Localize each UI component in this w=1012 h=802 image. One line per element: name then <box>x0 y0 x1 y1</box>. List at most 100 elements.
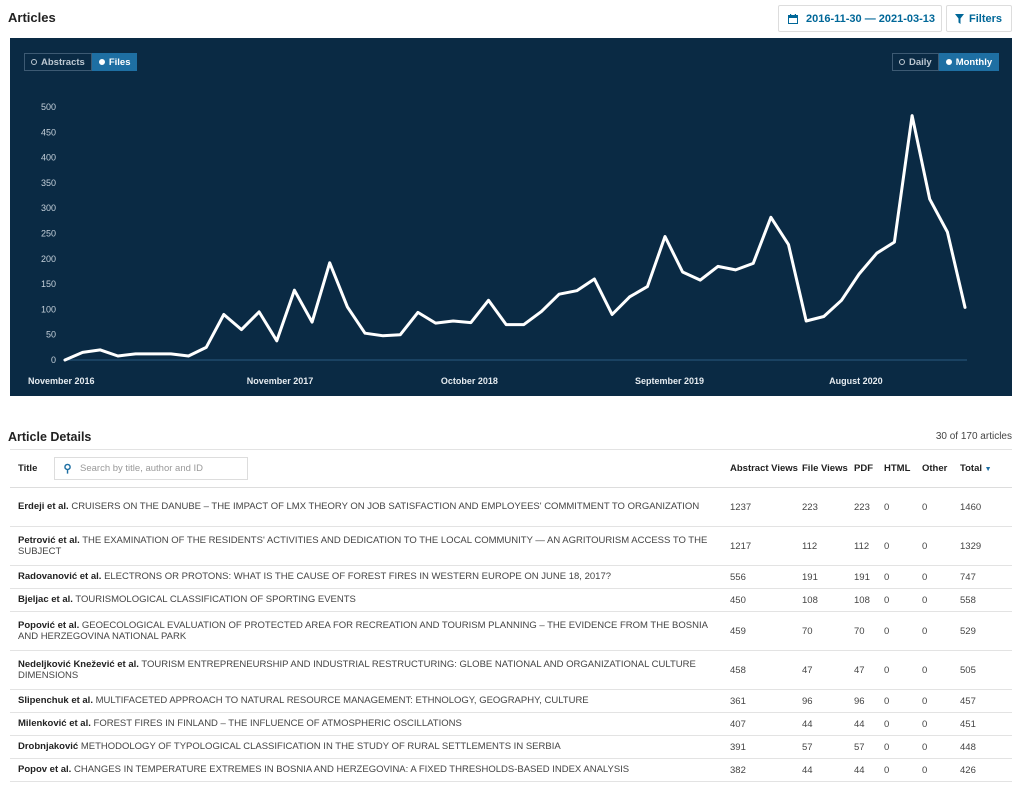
data-point[interactable] <box>452 319 455 323</box>
data-point[interactable] <box>81 351 84 354</box>
file-count-cell: 44 <box>802 712 854 736</box>
data-point[interactable] <box>504 323 508 326</box>
article-title-cell[interactable]: Bjeljac et al. TOURISMOLOGICAL CLASSIFIC… <box>10 588 730 612</box>
data-point[interactable] <box>787 243 790 246</box>
other-header[interactable]: Other <box>922 449 960 488</box>
data-point[interactable] <box>134 352 137 356</box>
filters-button[interactable]: Filters <box>946 5 1012 32</box>
data-point[interactable] <box>399 333 402 336</box>
data-point[interactable] <box>152 352 155 356</box>
data-point[interactable] <box>99 348 102 352</box>
data-point[interactable] <box>663 235 667 238</box>
table-row[interactable]: Radovanović et al. ELECTRONS OR PROTONS:… <box>10 565 1012 589</box>
data-point[interactable] <box>469 321 473 324</box>
data-point[interactable] <box>716 265 720 268</box>
html-header[interactable]: HTML <box>884 449 922 488</box>
table-row[interactable]: Popović et al. GEOECOLOGICAL EVALUATION … <box>10 611 1012 651</box>
data-point[interactable] <box>752 262 755 265</box>
data-point[interactable] <box>699 278 702 282</box>
html-count-cell: 0 <box>884 689 922 713</box>
data-point[interactable] <box>293 288 296 292</box>
article-title-cell[interactable]: Petrović et al. THE EXAMINATION OF THE R… <box>10 526 730 566</box>
data-point[interactable] <box>310 320 314 324</box>
data-point[interactable] <box>575 289 578 292</box>
table-row[interactable]: Drobnjaković METHODOLOGY OF TYPOLOGICAL … <box>10 735 1012 759</box>
data-point[interactable] <box>204 346 208 349</box>
total-count-cell: 1460 <box>960 487 1012 527</box>
y-tick-label: 500 <box>41 102 56 112</box>
table-row[interactable]: Milenković et al. FOREST FIRES IN FINLAN… <box>10 712 1012 736</box>
data-point[interactable] <box>928 197 931 201</box>
date-range-button[interactable]: 2016-11-30 — 2021-03-13 <box>778 5 942 32</box>
total-header[interactable]: Total ▼ <box>960 449 1012 488</box>
data-point[interactable] <box>381 334 384 337</box>
article-title-cell[interactable]: Erdeji et al. CRUISERS ON THE DANUBE – T… <box>10 487 730 527</box>
data-point[interactable] <box>893 240 896 244</box>
other-count-cell: 0 <box>922 588 960 612</box>
search-icon: ⚲ <box>63 463 72 475</box>
table-row[interactable]: Bjeljac et al. TOURISMOLOGICAL CLASSIFIC… <box>10 588 1012 612</box>
data-point[interactable] <box>328 261 331 265</box>
data-point[interactable] <box>769 216 773 219</box>
search-input[interactable]: ⚲ Search by title, author and ID <box>54 457 248 480</box>
data-point[interactable] <box>540 310 543 313</box>
article-title-cell[interactable]: Radovanović et al. ELECTRONS OR PROTONS:… <box>10 565 730 589</box>
table-row[interactable]: Nedeljković Knežević et al. TOURISM ENTR… <box>10 650 1012 690</box>
data-point[interactable] <box>804 319 808 323</box>
other-count-cell: 0 <box>922 611 960 651</box>
article-title-cell[interactable]: Milenković et al. FOREST FIRES IN FINLAN… <box>10 712 730 736</box>
data-point[interactable] <box>222 313 226 316</box>
data-point[interactable] <box>646 285 649 288</box>
table-row[interactable]: Erdeji et al. CRUISERS ON THE DANUBE – T… <box>10 487 1012 527</box>
total-count-cell: 1329 <box>960 526 1012 566</box>
data-point[interactable] <box>363 331 367 335</box>
pdf-count-cell: 47 <box>854 650 884 690</box>
data-point[interactable] <box>187 354 190 358</box>
data-point[interactable] <box>169 352 173 356</box>
data-point[interactable] <box>416 311 420 314</box>
article-title-cell[interactable]: Drobnjaković METHODOLOGY OF TYPOLOGICAL … <box>10 735 730 759</box>
data-point[interactable] <box>946 230 949 234</box>
data-point[interactable] <box>628 295 631 298</box>
data-point[interactable] <box>557 293 561 296</box>
article-title-cell[interactable]: Popov et al. CHANGES IN TEMPERATURE EXTR… <box>10 758 730 782</box>
file-count-cell: 57 <box>802 735 854 759</box>
chart-panel: Abstracts Files Daily Monthly 0 50 100 150 2… <box>10 38 1012 396</box>
html-count-cell: 0 <box>884 712 922 736</box>
article-title-cell[interactable]: Nedeljković Knežević et al. TOURISM ENTR… <box>10 650 730 690</box>
table-row[interactable]: Slipenchuk et al. MULTIFACETED APPROACH … <box>10 689 1012 713</box>
data-point[interactable] <box>487 299 490 302</box>
file-count-cell: 223 <box>802 487 854 527</box>
data-point[interactable] <box>434 321 437 325</box>
data-point[interactable] <box>63 358 67 362</box>
article-title-cell[interactable]: Popović et al. GEOECOLOGICAL EVALUATION … <box>10 611 730 651</box>
data-point[interactable] <box>275 339 278 342</box>
data-point[interactable] <box>522 323 526 326</box>
abstract-count-cell: 459 <box>730 611 802 651</box>
data-point[interactable] <box>681 270 684 274</box>
pdf-count-cell: 44 <box>854 758 884 782</box>
article-title-cell[interactable]: Slipenchuk et al. MULTIFACETED APPROACH … <box>10 689 730 713</box>
data-point[interactable] <box>593 277 596 281</box>
data-point[interactable] <box>257 310 261 314</box>
table-header-row: Title ⚲ Search by title, author and ID A… <box>10 449 1012 488</box>
table-row[interactable]: Petrović et al. THE EXAMINATION OF THE R… <box>10 526 1012 566</box>
table-row[interactable]: Popov et al. CHANGES IN TEMPERATURE EXTR… <box>10 758 1012 782</box>
data-point[interactable] <box>116 354 120 358</box>
file-count-cell: 191 <box>802 565 854 589</box>
data-point[interactable] <box>875 252 878 255</box>
data-point[interactable] <box>910 114 914 117</box>
data-point[interactable] <box>840 299 843 302</box>
article-title: THE EXAMINATION OF THE RESIDENTS' ACTIVI… <box>18 534 708 558</box>
data-point[interactable] <box>346 305 349 309</box>
pdf-header[interactable]: PDF <box>854 449 884 488</box>
abstract-views-header[interactable]: Abstract Views <box>730 449 802 488</box>
data-point[interactable] <box>240 328 243 331</box>
data-point[interactable] <box>734 268 737 272</box>
file-views-header[interactable]: File Views <box>802 449 854 488</box>
data-point[interactable] <box>963 306 967 309</box>
data-point[interactable] <box>857 272 861 276</box>
data-point[interactable] <box>610 313 614 316</box>
file-count-cell: 108 <box>802 588 854 612</box>
data-point[interactable] <box>822 315 826 318</box>
